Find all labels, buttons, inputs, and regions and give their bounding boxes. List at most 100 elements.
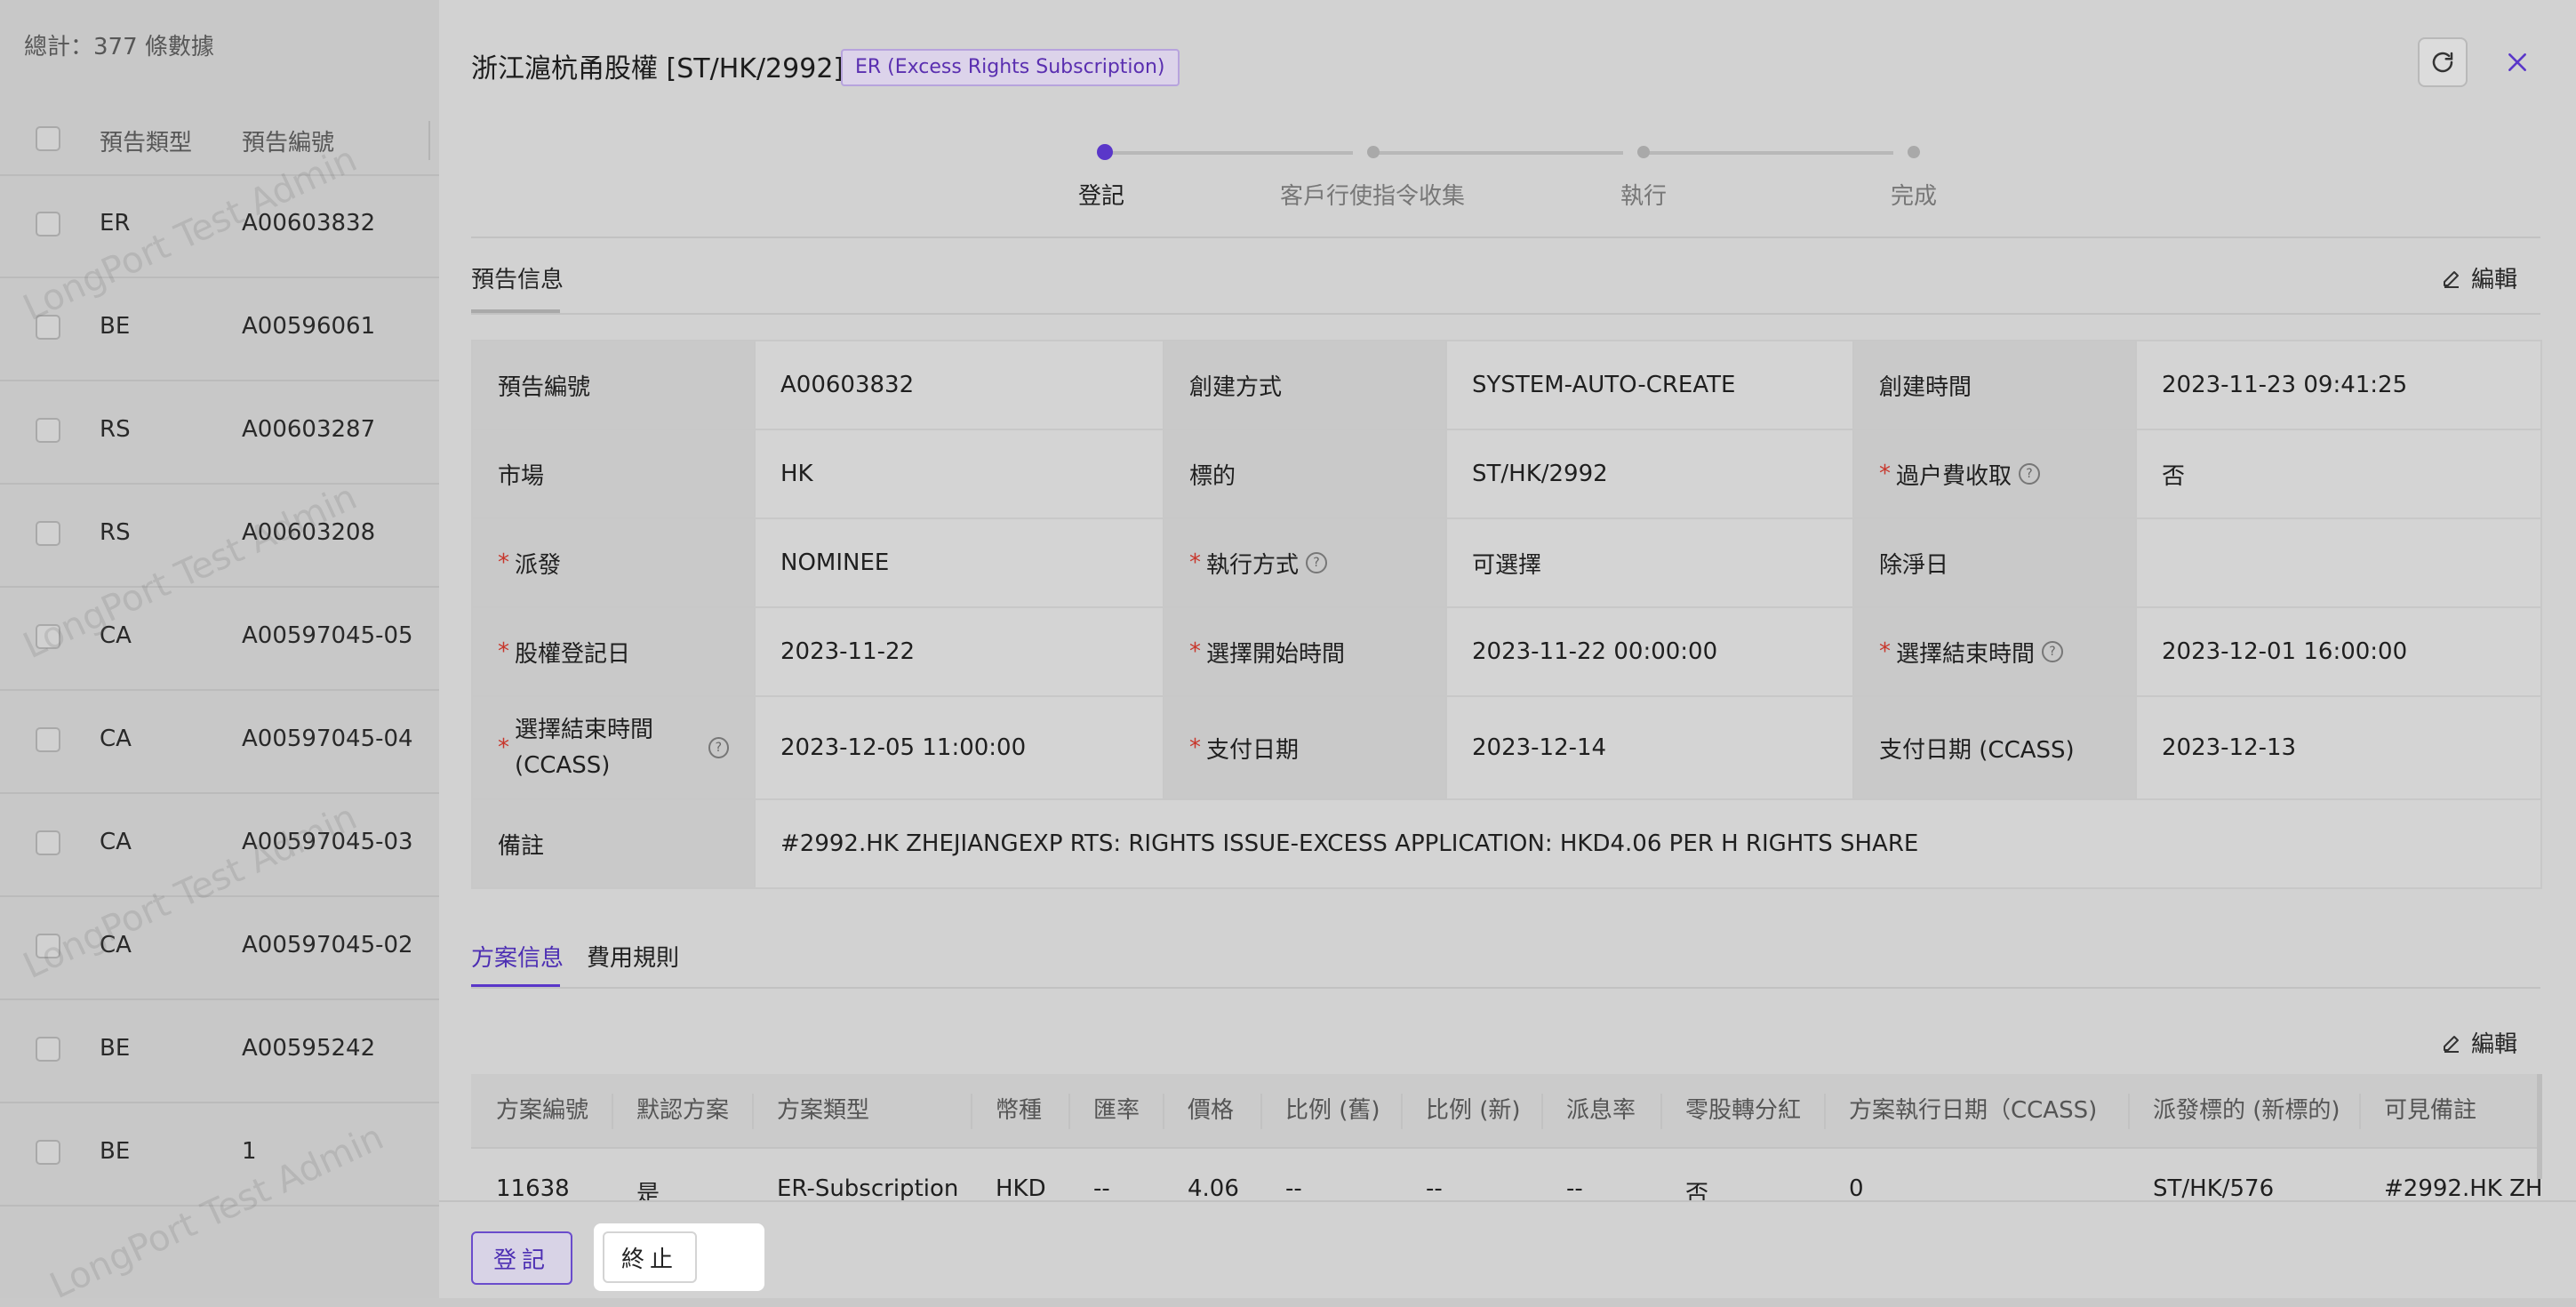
cell-currency: HKD [996,1175,1046,1200]
label-create-method: 創建方式 [1163,340,1447,430]
event-type-tag: ER (Excess Rights Subscription) [841,49,1180,86]
value-market: HK [754,429,1164,519]
question-circle-icon[interactable]: ? [2019,463,2041,485]
announcement-info-grid: 預告編號 A00603832 創建方式 SYSTEM-AUTO-CREATE 創… [471,340,2542,889]
value-record-date: 2023-11-22 [754,606,1164,697]
tab-fee-rules[interactable]: 費用規則 [587,940,679,973]
label-record-date: * 股權登記日 [471,606,756,697]
cell-visible-remarks: #2992.HK ZHE [2384,1175,2540,1200]
column-divider [1401,1094,1403,1129]
label-election-end-ccass: * 選擇結束時間 (CCASS)? [471,695,756,800]
cell-distribution-target: ST/HK/576 [2153,1175,2275,1200]
column-divider [1541,1094,1543,1129]
label-create-time: 創建時間 [1852,340,2137,430]
value-election-end-ccass: 2023-12-05 11:00:00 [754,695,1164,800]
divider [471,313,2540,315]
step-dot-complete [1908,146,1920,158]
edit-plan-button[interactable]: 編輯 [2441,1026,2517,1059]
value-remarks: #2992.HK ZHEJIANGEXP RTS: RIGHTS ISSUE-E… [754,798,2542,889]
drawer-title: 浙江滬杭甬股權 [ST/HK/2992] [471,53,844,84]
plan-table: 方案編號 默認方案 方案類型 幣種 匯率 價格 比例 (舊) 比例 (新) 派息… [471,1074,2540,1200]
col-header-plan-type: 方案類型 [777,1097,870,1124]
step-connector [1648,151,1893,155]
close-icon [2508,53,2526,71]
step-connector [1108,151,1353,155]
col-header-ratio-new: 比例 (新) [1426,1097,1521,1124]
step-label-complete: 完成 [1890,183,1938,210]
required-mark: * [1189,734,1201,761]
value-transfer-fee: 否 [2135,429,2542,519]
value-election-start: 2023-11-22 00:00:00 [1445,606,1854,697]
step-label-collect: 客戶行使指令收集 [1279,183,1466,210]
cell-dividend-rate: -- [1566,1175,1583,1200]
tab-announcement-info[interactable]: 預告信息 [471,261,564,294]
edit-icon [2444,270,2459,288]
value-distribution: NOMINEE [754,517,1164,608]
required-mark: * [1189,638,1201,665]
col-header-dividend-rate: 派息率 [1566,1097,1636,1124]
cell-fx-rate: -- [1093,1175,1110,1200]
divider [471,237,2540,238]
value-underlying: ST/HK/2992 [1445,429,1854,519]
cell-exec-date-ccass: 0 [1849,1175,1864,1200]
value-election-end: 2023-12-01 16:00:00 [2135,606,2542,697]
cell-ratio-old: -- [1285,1175,1302,1200]
col-header-fx-rate: 匯率 [1093,1097,1140,1124]
column-divider [1824,1094,1826,1129]
edit-info-button[interactable]: 編輯 [2441,261,2517,294]
cell-odd-lot: 否 [1685,1181,1709,1200]
cell-plan-type: ER-Subscription [777,1175,959,1200]
horizontal-scrollbar-thumb[interactable] [2537,1074,2542,1179]
label-election-end: * 選擇結束時間? [1852,606,2137,697]
label-underlying: 標的 [1163,429,1447,519]
required-mark: * [1879,638,1891,665]
value-announcement-no: A00603832 [754,340,1164,430]
refresh-icon [2432,52,2453,73]
edit-label: 編輯 [2471,1031,2518,1058]
question-circle-icon[interactable]: ? [2042,641,2064,662]
column-divider [1163,1094,1164,1129]
label-remarks: 備註 [471,798,756,889]
col-header-ratio-old: 比例 (舊) [1285,1097,1380,1124]
col-header-currency: 幣種 [996,1097,1043,1124]
cell-ratio-new: -- [1426,1175,1443,1200]
label-distribution: * 派發 [471,517,756,608]
step-dot-register [1097,144,1113,160]
divider [471,987,2540,989]
col-header-exec-date-ccass: 方案執行日期（CCASS) [1849,1097,2098,1124]
question-circle-icon[interactable]: ? [1306,552,1328,573]
required-mark: * [498,734,509,761]
label-payment-date-ccass: 支付日期 (CCASS) [1852,695,2137,800]
stop-button-highlight: 終止 [594,1223,764,1291]
step-dot-execute [1637,146,1650,158]
required-mark: * [498,549,509,576]
label-election-start: * 選擇開始時間 [1163,606,1447,697]
terminate-button[interactable]: 終止 [603,1231,697,1283]
value-execution-method: 可選擇 [1445,517,1854,608]
step-dot-collect [1367,146,1380,158]
col-header-plan-no: 方案編號 [496,1097,589,1124]
column-divider [612,1094,613,1129]
refresh-button[interactable] [2418,37,2468,87]
tab-plan-info[interactable]: 方案信息 [471,940,564,973]
col-header-default-plan: 默認方案 [636,1097,730,1124]
question-circle-icon[interactable]: ? [708,737,729,758]
label-execution-method: * 執行方式? [1163,517,1447,608]
close-button[interactable] [2500,44,2535,80]
register-button[interactable]: 登記 [471,1231,572,1285]
value-create-time: 2023-11-23 09:41:25 [2135,340,2542,430]
column-divider [752,1094,754,1129]
required-mark: * [1189,549,1201,576]
value-create-method: SYSTEM-AUTO-CREATE [1445,340,1854,430]
label-announcement-no: 預告編號 [471,340,756,430]
step-label-execute: 執行 [1620,183,1668,210]
step-label-register: 登記 [1077,183,1125,210]
edit-label: 編輯 [2471,267,2518,293]
label-transfer-fee: * 過户費收取? [1852,429,2137,519]
column-divider [2128,1094,2130,1129]
col-header-visible-remarks: 可見備註 [2384,1097,2477,1124]
label-ex-date: 除淨日 [1852,517,2137,608]
value-payment-date: 2023-12-14 [1445,695,1854,800]
footer-divider [439,1200,2576,1202]
column-divider [1660,1094,1662,1129]
